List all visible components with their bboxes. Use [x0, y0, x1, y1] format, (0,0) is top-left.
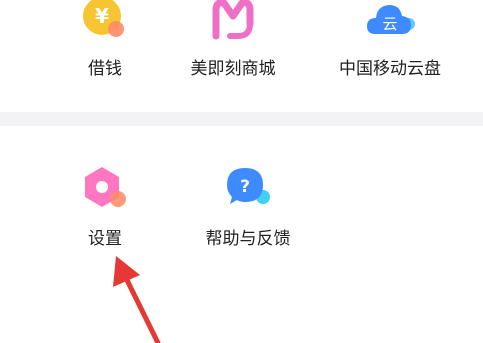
grid-item-label: 美即刻商城: [190, 59, 276, 79]
grid-item-label: 设置: [88, 229, 122, 249]
grid-item-borrow[interactable]: ¥ 借钱: [40, 0, 170, 84]
grid-item-label: 帮助与反馈: [205, 229, 291, 249]
grid-item-help-feedback[interactable]: ? 帮助与反馈: [183, 164, 313, 254]
cloud-glyph: 云: [382, 15, 397, 33]
question-glyph: ?: [240, 177, 250, 197]
yuan-coin-icon: ¥: [83, 0, 124, 37]
help-bubble-icon: ?: [227, 168, 270, 204]
grid-item-label: 中国移动云盘: [339, 59, 441, 79]
app-grid-page: ¥ 借钱 美即刻商城 云 中国移动云盘 设置 ? 帮助与反馈: [0, 0, 483, 343]
m-mall-icon: [212, 0, 254, 40]
grid-item-cloud-drive[interactable]: 云 中国移动云盘: [325, 0, 455, 84]
section-divider: [0, 112, 483, 126]
yuan-glyph: ¥: [95, 4, 109, 28]
hexagon-settings-icon: [85, 167, 126, 207]
cloud-icon: 云: [367, 5, 415, 34]
grid-item-label: 借钱: [88, 59, 122, 79]
grid-item-settings[interactable]: 设置: [40, 164, 170, 254]
grid-item-mall[interactable]: 美即刻商城: [168, 0, 298, 84]
